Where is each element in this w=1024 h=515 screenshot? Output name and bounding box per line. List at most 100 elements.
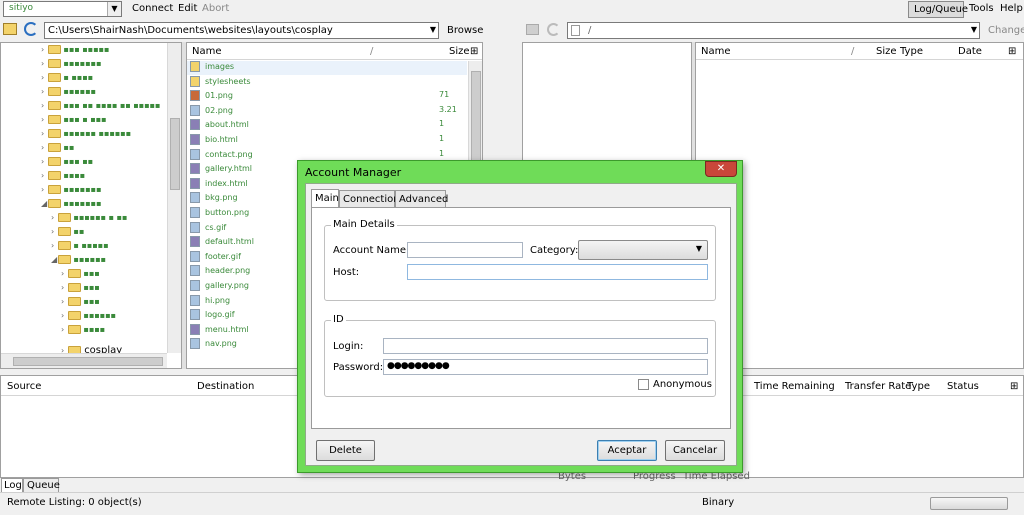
folder-icon (190, 61, 200, 72)
file-name: contact.png (205, 149, 253, 159)
anonymous-label[interactable]: Anonymous (653, 379, 712, 390)
menu-bar: sitiyo ▼ Connect Edit Abort Log/Queue To… (0, 0, 1024, 19)
scroll-thumb[interactable] (170, 118, 180, 190)
tree-item[interactable]: › ▪▪▪▪▪▪ ▪ ▪▪ (51, 213, 127, 227)
tree-item[interactable]: ◢ ▪▪▪▪▪▪ (51, 255, 106, 269)
category-label: Category: (530, 245, 579, 256)
tree-item[interactable]: › ▪▪▪ ▪ ▪▪▪ (41, 115, 107, 129)
file-icon (190, 192, 200, 204)
tree-item[interactable]: › ▪▪▪ ▪▪ (41, 157, 93, 171)
chevron-down-icon[interactable]: ▼ (971, 25, 977, 34)
col-time-remaining[interactable]: Time Remaining (754, 381, 835, 392)
tab-advanced[interactable]: Advanced (395, 190, 448, 208)
file-row[interactable]: bio.html 1 (187, 134, 467, 148)
login-label: Login: (333, 341, 364, 352)
main-tab-panel: Main Details Account Name: Category: ▼ H… (311, 207, 731, 429)
file-name: stylesheets (205, 76, 251, 86)
tree-item[interactable]: › ▪ ▪▪▪▪▪ (51, 241, 109, 255)
col-destination[interactable]: Destination (197, 381, 254, 392)
col-type[interactable]: Type (907, 381, 930, 392)
tree-item[interactable]: › ▪▪▪▪▪▪▪ (41, 59, 102, 73)
password-value: ●●●●●●●●● (387, 361, 450, 371)
anonymous-checkbox[interactable] (638, 379, 649, 390)
tab-queue[interactable]: Queue (23, 478, 60, 493)
file-name: hi.png (205, 295, 231, 305)
change-button[interactable]: Change (988, 25, 1024, 36)
col-name[interactable]: Name (192, 46, 222, 57)
tab-main[interactable]: Main (311, 189, 339, 208)
tree-item[interactable]: › ▪▪▪▪▪▪ ▪▪▪▪▪▪ (41, 129, 131, 143)
tree-item[interactable]: › ▪ ▪▪▪▪ (41, 73, 93, 87)
chevron-down-icon: ▼ (695, 244, 702, 253)
file-icon (190, 236, 200, 248)
tree-horizontal-scrollbar[interactable] (1, 353, 167, 368)
remote-refresh-icon (547, 23, 560, 36)
tree-item[interactable]: › ▪▪▪▪▪▪ (61, 311, 116, 325)
local-folder-tree[interactable]: › ▪▪▪ ▪▪▪▪▪ › ▪▪▪▪▪▪▪ › ▪ ▪▪▪▪ › ▪▪▪▪▪▪ … (0, 42, 182, 369)
local-path-input[interactable]: C:\Users\ShairNash\Documents\websites\la… (44, 22, 439, 39)
file-row[interactable]: images (187, 61, 467, 75)
file-row[interactable]: about.html 1 (187, 119, 467, 133)
file-row[interactable]: stylesheets (187, 75, 467, 90)
tree-item[interactable]: › ▪▪▪ ▪▪▪▪▪ (41, 45, 109, 59)
file-name: nav.png (205, 339, 237, 349)
remote-path-input[interactable]: / ▼ (567, 22, 980, 39)
close-icon[interactable]: ✕ (705, 161, 737, 177)
tree-item[interactable]: › ▪▪▪▪▪▪ (41, 87, 96, 101)
menu-help[interactable]: Help (1000, 3, 1023, 14)
col-date[interactable]: Date (958, 46, 982, 57)
open-folder-icon[interactable] (3, 23, 17, 35)
main-details-group: Main Details Account Name: Category: ▼ H… (324, 219, 716, 301)
transfer-mode: Binary (702, 497, 735, 508)
tree-item[interactable]: ◢ ▪▪▪▪▪▪▪ (41, 199, 102, 213)
category-select[interactable]: ▼ (578, 240, 708, 260)
col-source[interactable]: Source (7, 381, 41, 392)
menu-connect[interactable]: Connect (132, 3, 173, 14)
accept-button[interactable]: Aceptar (597, 440, 657, 461)
password-input[interactable]: ●●●●●●●●● (383, 359, 708, 375)
tab-log[interactable]: Log (1, 478, 23, 493)
account-name-input[interactable] (407, 242, 523, 258)
delete-button[interactable]: Delete (316, 440, 375, 461)
host-input[interactable] (407, 264, 708, 280)
col-type[interactable]: Type (900, 46, 923, 57)
tree-vertical-scrollbar[interactable] (167, 43, 181, 353)
file-icon (190, 294, 200, 306)
scroll-thumb[interactable] (471, 71, 481, 171)
tree-item[interactable]: › ▪▪▪▪▪▪▪ (41, 185, 102, 199)
column-chooser-icon[interactable]: ⊞ (1008, 46, 1016, 57)
browse-button[interactable]: Browse (447, 25, 483, 36)
tree-item[interactable]: › ▪▪▪ ▪▪ ▪▪▪▪ ▪▪ ▪▪▪▪▪ (41, 101, 160, 115)
col-size[interactable]: Size (449, 46, 470, 57)
tab-connection[interactable]: Connection (339, 190, 400, 208)
column-chooser-icon[interactable]: ⊞ (1010, 381, 1018, 392)
log-queue-button[interactable]: Log/Queue (908, 1, 968, 18)
col-status[interactable]: Status (947, 381, 979, 392)
tree-item[interactable]: › ▪▪ (41, 143, 74, 157)
cancel-button[interactable]: Cancelar (665, 440, 725, 461)
tree-item[interactable]: › ▪▪▪ (61, 297, 100, 311)
menu-abort[interactable]: Abort (202, 3, 229, 14)
remote-path-text: / (588, 25, 592, 36)
site-selector[interactable]: sitiyo ▼ (3, 1, 122, 17)
tree-item[interactable]: › ▪▪▪▪ (41, 171, 85, 185)
file-row[interactable]: 01.png 71 (187, 90, 467, 104)
menu-tools[interactable]: Tools (969, 3, 994, 14)
file-name: index.html (205, 178, 248, 188)
col-transfer-rate[interactable]: Transfer Rate (845, 381, 911, 392)
login-input[interactable] (383, 338, 708, 354)
scroll-thumb[interactable] (13, 357, 163, 366)
refresh-icon[interactable] (24, 22, 38, 36)
col-name[interactable]: Name (701, 46, 731, 57)
file-row[interactable]: 02.png 3.21 (187, 104, 467, 119)
col-size[interactable]: Size (876, 46, 897, 57)
chevron-down-icon[interactable]: ▼ (430, 25, 436, 34)
dialog-title: Account Manager (305, 166, 402, 179)
tree-item[interactable]: › ▪▪▪ (61, 269, 100, 283)
tree-item[interactable]: › ▪▪ (51, 227, 84, 241)
menu-edit[interactable]: Edit (178, 3, 197, 14)
tree-item[interactable]: › ▪▪▪ (61, 283, 100, 297)
remote-file-list[interactable]: Name / Size Type Date ⊞ (695, 42, 1024, 369)
column-chooser-icon[interactable]: ⊞ (470, 46, 478, 57)
tree-item[interactable]: › ▪▪▪▪ (61, 325, 105, 339)
